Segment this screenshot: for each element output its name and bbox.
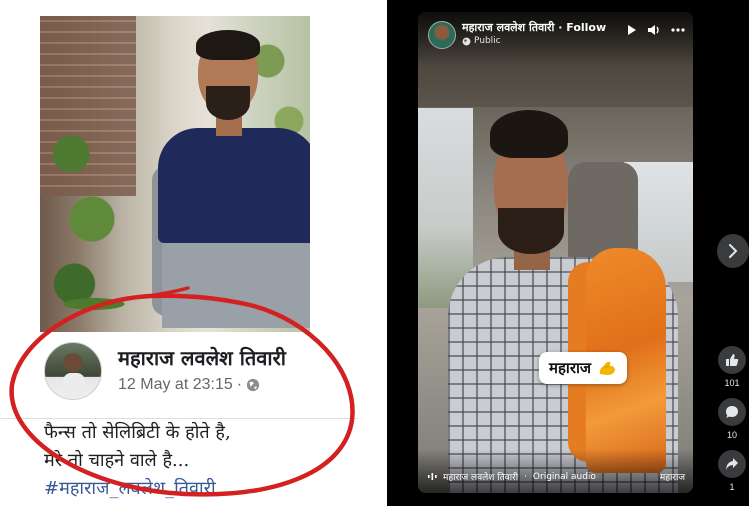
player-controls [627, 24, 685, 36]
person-hoodie-lower [162, 238, 310, 328]
audio-wave-icon [428, 473, 437, 480]
post-text-line-2: मेरे तो चाहने वाले है... [44, 450, 190, 471]
reel-viewer: महाराज लवलेश तिवारी · Follow Public महार… [387, 0, 749, 506]
audio-label[interactable]: Original audio [533, 472, 596, 482]
audio-author[interactable]: महाराज लवलेश तिवारी [443, 470, 518, 483]
like-button[interactable] [718, 346, 746, 374]
reel-video[interactable]: महाराज लवलेश तिवारी · Follow Public महार… [418, 12, 693, 493]
post-author-name[interactable]: महाराज लवलेश तिवारी [118, 344, 286, 371]
audio-attribution[interactable]: महाराज लवलेश तिवारी · Original audio [428, 470, 596, 483]
follow-button[interactable]: Follow [566, 21, 606, 34]
comment-button[interactable] [718, 398, 746, 426]
divider [0, 418, 358, 419]
volume-icon[interactable] [647, 24, 661, 36]
post-text-line-1: फैन्स तो सेलिब्रिटी के होते है, [44, 422, 231, 443]
like-icon [726, 354, 739, 366]
reel-author-name[interactable]: महाराज लवलेश तिवारी · Follow [462, 20, 606, 35]
person-beard [206, 86, 250, 120]
post-hashtag[interactable]: #महाराज_लवलेश_तिवारी [44, 476, 216, 500]
globe-icon [246, 378, 260, 392]
facebook-post-screenshot: महाराज लवलेश तिवारी 12 May at 23:15 · फै… [0, 0, 387, 506]
reel-author-label[interactable]: महाराज लवलेश तिवारी [462, 21, 554, 34]
audio-separator: · [524, 471, 527, 482]
play-icon[interactable] [627, 24, 637, 36]
more-icon[interactable] [671, 28, 685, 32]
sticker-text: महाराज [549, 359, 591, 377]
comment-count: 10 [726, 430, 737, 440]
privacy-label: Public [474, 36, 501, 46]
follow-separator: · [558, 21, 563, 34]
person-hair [490, 110, 568, 158]
person-hoodie [158, 128, 310, 243]
text-sticker: महाराज [539, 352, 627, 384]
share-count: 1 [729, 482, 735, 492]
person-hair [196, 30, 260, 60]
person-beard [498, 208, 564, 254]
meta-separator: · [236, 376, 243, 393]
like-action[interactable]: 101 [718, 346, 746, 388]
chevron-right-icon [729, 244, 738, 258]
audio-title-scroll: महाराज [659, 473, 685, 483]
post-body: महाराज लवलेश तिवारी 12 May at 23:15 · फै… [40, 336, 360, 506]
share-button[interactable] [718, 450, 746, 478]
share-icon [726, 458, 738, 470]
post-date[interactable]: 12 May at 23:15 [118, 376, 233, 394]
comment-icon [726, 406, 738, 418]
comment-action[interactable]: 10 [718, 398, 746, 440]
privacy-indicator: Public [462, 36, 501, 46]
avatar[interactable] [428, 21, 456, 49]
globe-icon [462, 37, 471, 45]
post-photo[interactable] [40, 16, 310, 332]
like-count: 101 [724, 378, 740, 388]
next-reel-button[interactable] [717, 234, 749, 268]
avatar[interactable] [44, 342, 102, 400]
share-action[interactable]: 1 [718, 450, 746, 492]
avatar-figure [63, 373, 85, 399]
post-meta: 12 May at 23:15 · [118, 376, 260, 394]
flexed-biceps-icon [599, 361, 615, 375]
